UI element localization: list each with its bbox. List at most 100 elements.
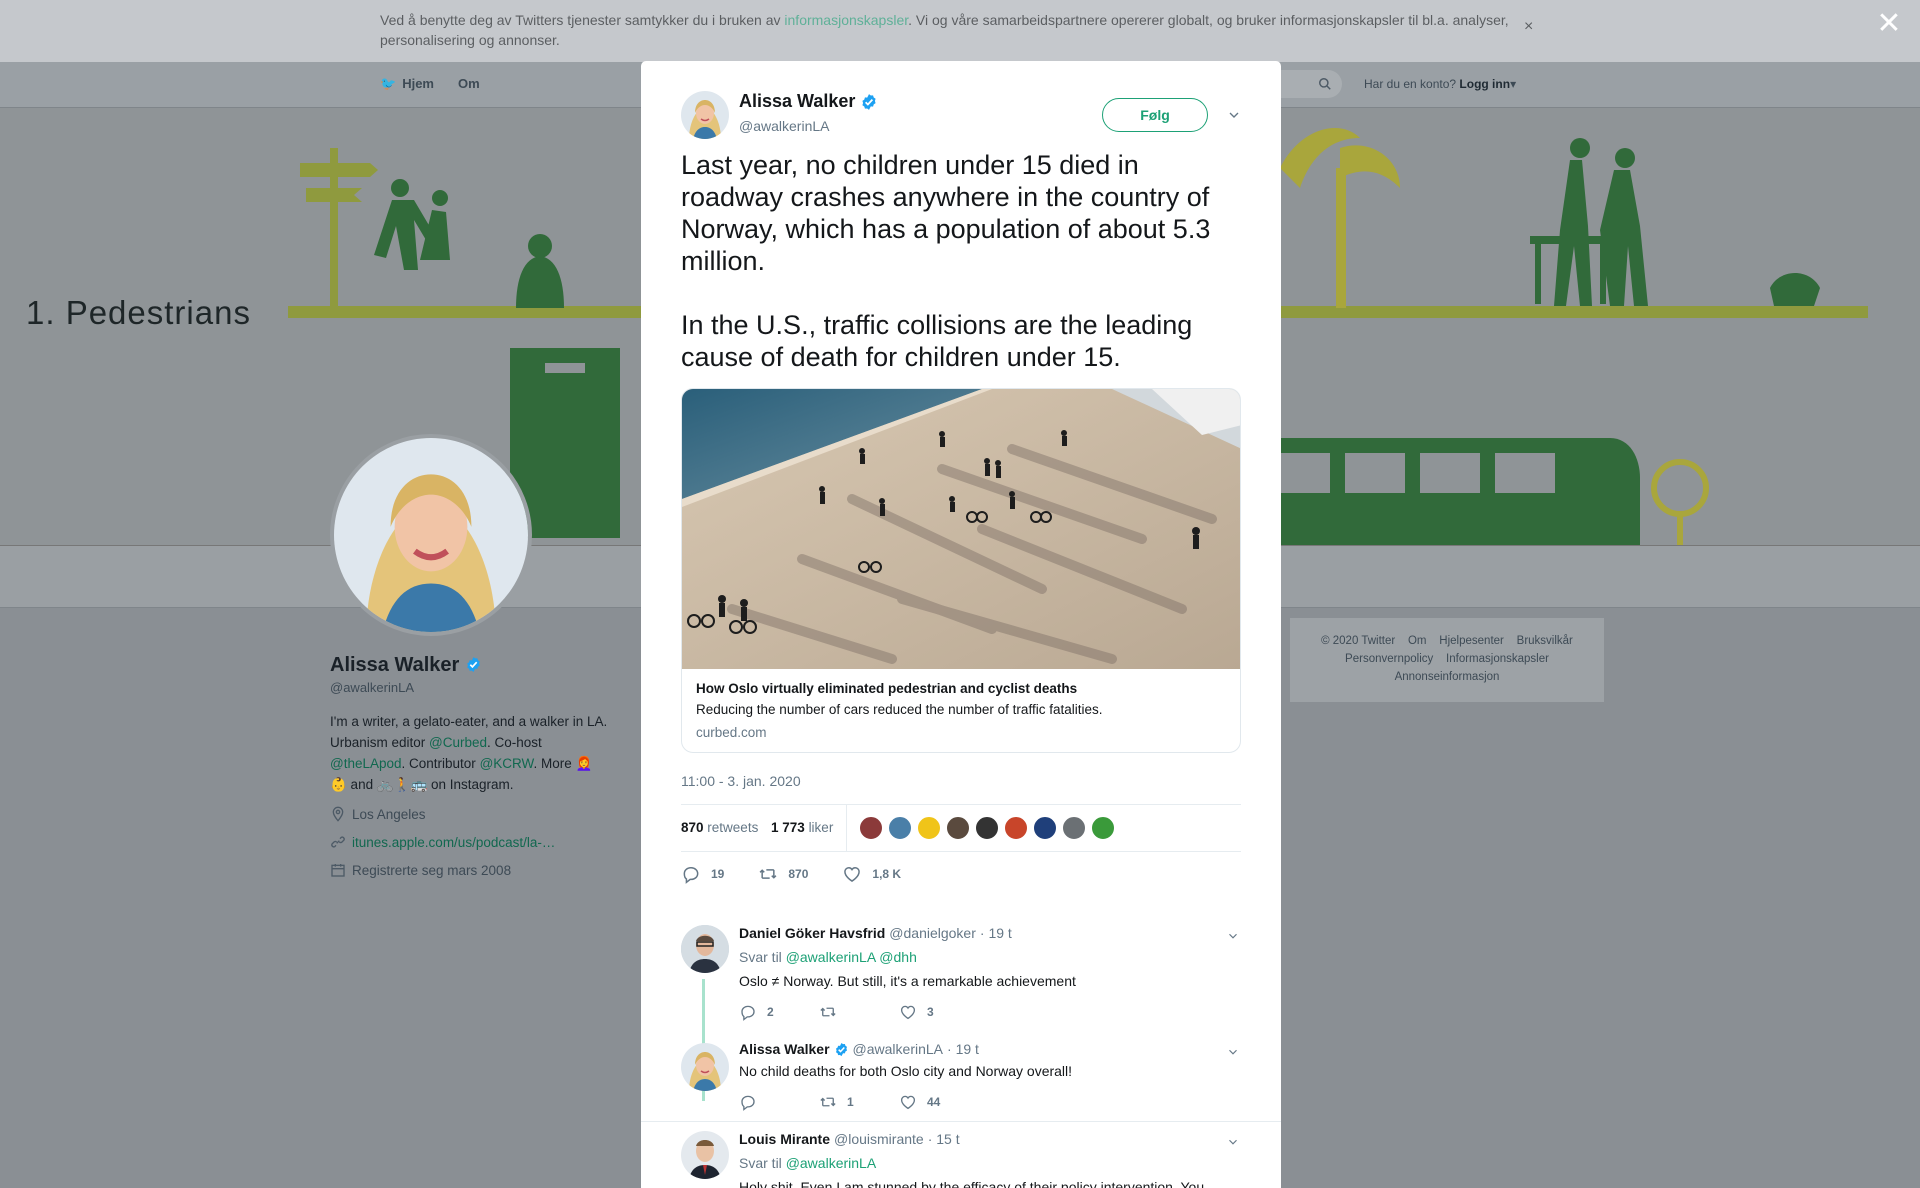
retweet-action[interactable] <box>819 1003 899 1021</box>
reply-author-name[interactable]: Alissa Walker <box>739 1041 830 1057</box>
more-options-chevron-icon[interactable] <box>1226 107 1242 123</box>
reply-action[interactable]: 2 <box>739 1003 819 1021</box>
like-count: 3 <box>927 1005 934 1019</box>
retweet-action[interactable]: 1 <box>819 1093 899 1111</box>
modal-close-button[interactable]: ✕ <box>1874 9 1904 40</box>
follow-button[interactable]: Følg <box>1102 98 1208 132</box>
reply-tweet[interactable]: Louis Mirante @louismirante · 15 t Svar … <box>681 1131 1241 1188</box>
retweet-count-stat[interactable]: 870 retweets <box>681 820 758 835</box>
tweet-actions: 19 870 1,8 K <box>681 864 901 884</box>
author-avatar[interactable] <box>681 91 729 139</box>
reply-avatar[interactable] <box>681 1043 729 1091</box>
liker-avatar[interactable] <box>1033 816 1057 840</box>
reply-action[interactable] <box>739 1093 819 1111</box>
liker-avatar[interactable] <box>1004 816 1028 840</box>
reply-count: 2 <box>767 1005 774 1019</box>
card-title: How Oslo virtually eliminated pedestrian… <box>696 681 1078 696</box>
reply-avatar[interactable] <box>681 925 729 973</box>
cookie-text-part: Ved å benytte deg av Twitters tjenester … <box>380 12 785 28</box>
bio-link-curbed[interactable]: @Curbed <box>429 735 487 750</box>
stats-divider <box>846 805 847 851</box>
reply-author-photo <box>681 1043 729 1091</box>
reply-time[interactable]: · 15 t <box>928 1131 960 1147</box>
reply-author-name[interactable]: Louis Mirante <box>739 1131 830 1147</box>
reply-author-handle[interactable]: @awalkerinLA <box>853 1041 943 1057</box>
login-link[interactable]: Logg inn <box>1459 77 1510 91</box>
liker-avatar[interactable] <box>946 816 970 840</box>
reply-time[interactable]: · 19 t <box>947 1041 979 1057</box>
tweet-paragraph: In the U.S., traffic collisions are the … <box>681 310 1193 372</box>
tweet-text: Last year, no children under 15 died in … <box>681 149 1241 373</box>
reply-to-mentions[interactable]: @awalkerinLA <box>786 1155 876 1171</box>
profile-joined: Registrerte seg mars 2008 <box>330 862 511 878</box>
joined-text: Registrerte seg mars 2008 <box>352 862 512 878</box>
like-label: liker <box>808 820 834 835</box>
footer-about-link[interactable]: Om <box>1408 635 1427 647</box>
reply-avatar[interactable] <box>681 1131 729 1179</box>
login-prompt: Har du en konto? Logg inn▾ <box>1364 77 1516 91</box>
reply-action[interactable]: 19 <box>681 864 724 884</box>
cookie-close-button[interactable]: × <box>1524 18 1533 36</box>
author-name-text: Alissa Walker <box>739 91 856 111</box>
bio-link-thelapod[interactable]: @theLApod <box>330 756 402 771</box>
liker-avatar[interactable] <box>859 816 883 840</box>
reply-header: Daniel Göker Havsfrid @danielgoker · 19 … <box>739 925 1012 941</box>
reply-to-mentions[interactable]: @awalkerinLA @dhh <box>786 949 917 965</box>
footer-copyright: © 2020 Twitter <box>1321 635 1396 647</box>
liker-avatar[interactable] <box>1091 816 1115 840</box>
reply-author-name[interactable]: Daniel Göker Havsfrid <box>739 925 885 941</box>
like-action[interactable]: 3 <box>899 1003 934 1021</box>
retweet-count: 870 <box>681 820 704 835</box>
link-card[interactable]: How Oslo virtually eliminated pedestrian… <box>681 388 1241 753</box>
author-name[interactable]: Alissa Walker <box>739 91 878 112</box>
reply-time[interactable]: · 19 t <box>980 925 1012 941</box>
profile-avatar[interactable] <box>330 434 532 636</box>
reply-author-photo <box>681 925 729 973</box>
reply-author-handle[interactable]: @louismirante <box>834 1131 924 1147</box>
profile-name: Alissa Walker <box>330 654 482 677</box>
verified-icon <box>465 656 482 673</box>
profile-url: itunes.apple.com/us/podcast/la-… <box>330 834 555 850</box>
liker-avatar[interactable] <box>888 816 912 840</box>
liker-avatar[interactable] <box>1062 816 1086 840</box>
link-icon <box>331 836 345 848</box>
card-image <box>682 389 1240 669</box>
nav-about[interactable]: Om <box>458 76 480 92</box>
reply-actions: 2 3 <box>739 1003 934 1021</box>
tweet-modal: Alissa Walker @awalkerinLA Følg Last yea… <box>641 61 1281 1188</box>
profile-bio: I'm a writer, a gelato-eater, and a walk… <box>330 711 610 795</box>
profile-url-link[interactable]: itunes.apple.com/us/podcast/la-… <box>352 835 555 850</box>
reply-author-photo <box>681 1131 729 1179</box>
reply-author-handle[interactable]: @danielgoker <box>889 925 976 941</box>
footer-ads-link[interactable]: Annonseinformasjon <box>1395 671 1500 683</box>
heart-icon <box>899 1093 917 1111</box>
bio-text: . Contributor <box>401 756 480 771</box>
card-domain: curbed.com <box>696 725 767 740</box>
footer-terms-link[interactable]: Bruksvilkår <box>1517 635 1573 647</box>
profile-location: Los Angeles <box>330 806 426 822</box>
like-count-stat[interactable]: 1 773 liker <box>771 820 833 835</box>
nav-home[interactable]: 🐦 Hjem <box>380 76 434 92</box>
footer-cookies-link[interactable]: Informasjonskapsler <box>1446 653 1549 665</box>
bio-link-kcrw[interactable]: @KCRW <box>480 756 534 771</box>
page-footer: © 2020 Twitter Om Hjelpesenter Bruksvilk… <box>1290 618 1604 702</box>
more-options-chevron-icon[interactable] <box>1226 1135 1240 1149</box>
like-action[interactable]: 1,8 K <box>842 864 901 884</box>
reply-actions: 1 44 <box>739 1093 940 1111</box>
liker-avatar[interactable] <box>917 816 941 840</box>
reply-count: 19 <box>711 867 725 881</box>
author-handle[interactable]: @awalkerinLA <box>739 118 829 134</box>
reply-to-line: Svar til @awalkerinLA @dhh <box>739 949 917 965</box>
footer-privacy-link[interactable]: Personvernpolicy <box>1345 653 1433 665</box>
tweet-timestamp[interactable]: 11:00 - 3. jan. 2020 <box>681 773 801 789</box>
cookie-policy-link[interactable]: informasjonskapsler <box>784 12 908 28</box>
reply-text: Oslo ≠ Norway. But still, it's a remarka… <box>739 973 1076 989</box>
profile-handle: @awalkerinLA <box>330 680 415 695</box>
more-options-chevron-icon[interactable] <box>1226 929 1240 943</box>
reply-tweet[interactable]: Alissa Walker @awalkerinLA · 19 t No chi… <box>681 1041 1241 1133</box>
retweet-action[interactable]: 870 <box>758 864 808 884</box>
liker-avatar[interactable] <box>975 816 999 840</box>
footer-help-link[interactable]: Hjelpesenter <box>1439 635 1504 647</box>
like-action[interactable]: 44 <box>899 1093 940 1111</box>
more-options-chevron-icon[interactable] <box>1226 1045 1240 1059</box>
